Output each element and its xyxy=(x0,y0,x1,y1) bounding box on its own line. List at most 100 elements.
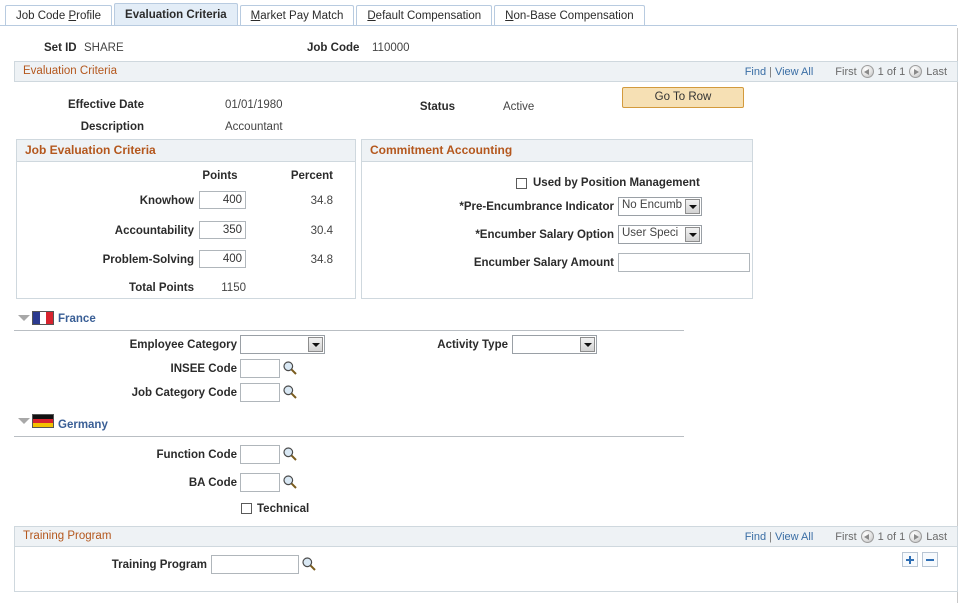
job-evaluation-criteria-panel-header: Job Evaluation Criteria xyxy=(17,140,355,162)
evaluation-criteria-group-title: Evaluation Criteria xyxy=(23,65,117,77)
page-root: Job Code Profile Evaluation Criteria Mar… xyxy=(0,0,962,603)
go-to-row-button[interactable]: Go To Row xyxy=(622,87,744,108)
activity-type-label: Activity Type xyxy=(405,339,508,351)
training-find-link[interactable]: Find xyxy=(745,531,766,543)
technical-checkbox[interactable] xyxy=(241,503,252,514)
jobcode-label: Job Code xyxy=(307,42,359,54)
technical-label: Technical xyxy=(257,503,309,515)
germany-section-title[interactable]: Germany xyxy=(58,419,108,431)
encumber-salary-option-label: *Encumber Salary Option xyxy=(382,229,614,241)
chevron-down-icon[interactable] xyxy=(685,199,700,214)
training-row-counter: 1 of 1 xyxy=(878,531,906,543)
chevron-down-icon[interactable] xyxy=(580,337,595,352)
accountability-percent-value: 30.4 xyxy=(269,225,333,237)
training-program-group-title: Training Program xyxy=(23,530,111,542)
add-row-button[interactable] xyxy=(902,552,918,567)
accountability-label: Accountability xyxy=(77,225,194,237)
job-category-code-input[interactable] xyxy=(240,383,280,402)
ba-code-label: BA Code xyxy=(130,477,237,489)
france-flag-band-red xyxy=(46,312,53,324)
pre-encumbrance-indicator-label: *Pre-Encumbrance Indicator xyxy=(382,201,614,213)
training-nav-separator: | xyxy=(769,531,772,543)
used-by-position-management-checkbox[interactable] xyxy=(516,178,527,189)
pre-encumbrance-indicator-select[interactable]: No Encumb xyxy=(618,197,702,216)
effective-date-label: Effective Date xyxy=(40,99,144,111)
problem-solving-points-input[interactable]: 400 xyxy=(199,250,246,268)
tab-evaluation-criteria-label: Evaluation Criteria xyxy=(125,9,227,21)
find-link[interactable]: Find xyxy=(745,66,766,78)
function-code-label: Function Code xyxy=(120,449,237,461)
france-collapse-triangle-icon[interactable] xyxy=(18,315,30,321)
function-code-lookup-magnifier-icon[interactable] xyxy=(282,446,298,462)
ba-code-input[interactable] xyxy=(240,473,280,492)
chevron-down-icon[interactable] xyxy=(685,227,700,242)
job-evaluation-criteria-panel: Job Evaluation Criteria Points Percent K… xyxy=(16,139,356,299)
description-value: Accountant xyxy=(225,121,283,133)
france-section-title[interactable]: France xyxy=(58,313,96,325)
content-frame-right-border xyxy=(957,28,958,603)
knowhow-points-input[interactable]: 400 xyxy=(199,191,246,209)
training-last-label[interactable]: Last xyxy=(926,531,947,543)
encumber-salary-amount-label: Encumber Salary Amount xyxy=(382,257,614,269)
ba-code-lookup-magnifier-icon[interactable] xyxy=(282,474,298,490)
function-code-input[interactable] xyxy=(240,445,280,464)
tab-evaluation-criteria[interactable]: Evaluation Criteria xyxy=(114,3,238,26)
points-column-header: Points xyxy=(193,170,247,182)
total-points-value: 1150 xyxy=(206,282,246,294)
tab-job-code-profile[interactable]: Job Code Profile xyxy=(5,5,112,26)
key-fields-row: Set ID SHARE Job Code 110000 xyxy=(0,40,962,60)
tab-job-code-profile-label-rest: rofile xyxy=(76,10,101,22)
job-category-code-lookup-magnifier-icon[interactable] xyxy=(282,384,298,400)
chevron-down-icon[interactable] xyxy=(308,337,323,352)
next-row-icon[interactable] xyxy=(909,65,922,78)
delete-row-button[interactable] xyxy=(922,552,938,567)
last-label[interactable]: Last xyxy=(926,66,947,78)
training-program-lookup-magnifier-icon[interactable] xyxy=(301,556,317,572)
pre-encumbrance-indicator-value: No Encumb xyxy=(622,199,684,211)
france-flag-icon xyxy=(32,311,54,325)
jobcode-value: 110000 xyxy=(372,42,410,54)
setid-label: Set ID xyxy=(44,42,77,54)
status-value: Active xyxy=(503,101,534,113)
tab-accel-d: D xyxy=(367,10,375,22)
france-flag-band-white xyxy=(40,312,47,324)
france-section-divider xyxy=(14,330,684,331)
employee-category-select[interactable] xyxy=(240,335,325,354)
training-view-all-link[interactable]: View All xyxy=(775,531,813,543)
row-counter: 1 of 1 xyxy=(878,66,906,78)
insee-code-lookup-magnifier-icon[interactable] xyxy=(282,360,298,376)
knowhow-label: Knowhow xyxy=(77,195,194,207)
first-label[interactable]: First xyxy=(835,66,856,78)
insee-code-input[interactable] xyxy=(240,359,280,378)
germany-flag-band-gold xyxy=(33,423,53,427)
france-flag-band-blue xyxy=(33,312,40,324)
evaluation-criteria-group-header: Evaluation Criteria Find | View All Firs… xyxy=(14,61,958,82)
previous-row-icon[interactable] xyxy=(861,65,874,78)
training-program-input[interactable] xyxy=(211,555,299,574)
problem-solving-label: Problem-Solving xyxy=(67,254,194,266)
germany-section-divider xyxy=(14,436,684,437)
tab-accel-p: P xyxy=(68,10,76,22)
encumber-salary-option-select[interactable]: User Speci xyxy=(618,225,702,244)
insee-code-label: INSEE Code xyxy=(110,363,237,375)
view-all-link[interactable]: View All xyxy=(775,66,813,78)
tab-strip-underline xyxy=(0,25,957,26)
training-previous-row-icon[interactable] xyxy=(861,530,874,543)
tab-non-base-compensation[interactable]: Non-Base Compensation xyxy=(494,5,645,26)
germany-collapse-triangle-icon[interactable] xyxy=(18,418,30,424)
training-first-label[interactable]: First xyxy=(835,531,856,543)
tab-default-compensation[interactable]: Default Compensation xyxy=(356,5,492,26)
tab-market-pay-match[interactable]: Market Pay Match xyxy=(240,5,355,26)
tab-accel-m: M xyxy=(251,10,261,22)
effective-date-value: 01/01/1980 xyxy=(225,99,283,111)
status-label: Status xyxy=(380,101,455,113)
training-next-row-icon[interactable] xyxy=(909,530,922,543)
commitment-accounting-title: Commitment Accounting xyxy=(370,143,512,157)
job-evaluation-criteria-title: Job Evaluation Criteria xyxy=(25,143,156,157)
accountability-points-input[interactable]: 350 xyxy=(199,221,246,239)
tab-non-base-compensation-label-rest: on-Base Compensation xyxy=(513,10,633,22)
training-program-group-header: Training Program Find | View All First 1… xyxy=(14,526,958,547)
activity-type-select[interactable] xyxy=(512,335,597,354)
tab-market-pay-match-label-rest: arket Pay Match xyxy=(260,10,343,22)
encumber-salary-amount-input[interactable] xyxy=(618,253,750,272)
